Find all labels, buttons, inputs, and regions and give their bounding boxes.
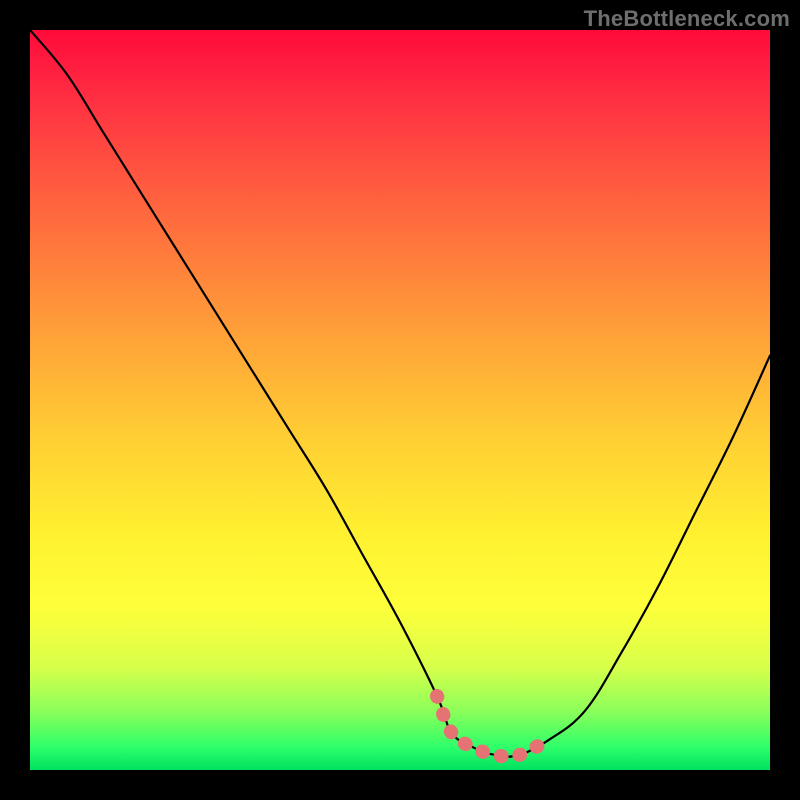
chart-container: TheBottleneck.com bbox=[0, 0, 800, 800]
highlight-band-path bbox=[437, 696, 548, 757]
chart-svg bbox=[30, 30, 770, 770]
bottleneck-curve-path bbox=[30, 30, 770, 757]
watermark-text: TheBottleneck.com bbox=[584, 6, 790, 32]
plot-area bbox=[30, 30, 770, 770]
